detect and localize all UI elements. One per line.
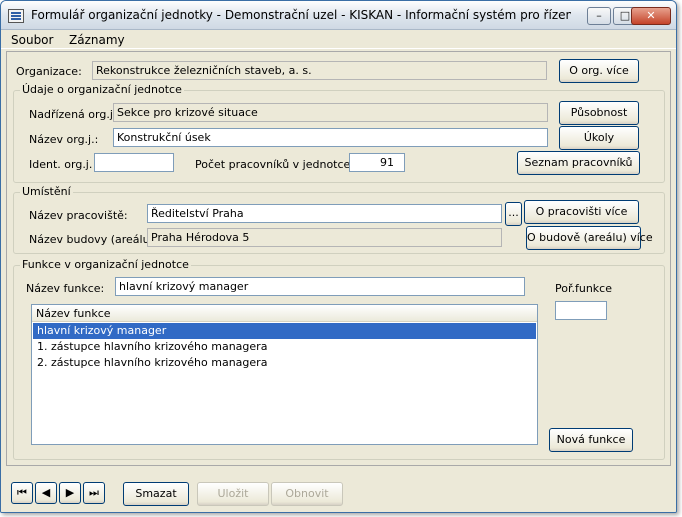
unit-ident-input[interactable] — [94, 153, 174, 172]
parent-unit-field: Sekce pro krizové situace — [113, 103, 548, 122]
staff-list-button[interactable]: Seznam pracovníků — [517, 151, 640, 175]
next-record-button[interactable]: ▶ — [59, 482, 81, 504]
unit-name-input[interactable]: Konstrukční úsek — [113, 128, 548, 147]
location-group: Umístění Název pracoviště: Ředitelství P… — [13, 185, 665, 254]
workplace-more-button[interactable]: O pracovišti více — [524, 200, 639, 224]
tasks-button[interactable]: Úkoly — [559, 126, 639, 150]
title-bar[interactable]: Formulář organizační jednotky - Demonstr… — [1, 1, 676, 30]
location-legend: Umístění — [20, 185, 73, 198]
form-panel: Organizace: Rekonstrukce železničních st… — [6, 51, 671, 466]
application-window: Formulář organizační jednotky - Demonstr… — [0, 0, 677, 513]
last-record-button[interactable]: ⏭ — [83, 482, 105, 504]
building-field: Praha Hérodova 5 — [147, 228, 502, 247]
previous-record-button[interactable]: ◀ — [35, 482, 57, 504]
unit-name-label: Název org.j.: — [29, 133, 99, 146]
function-order-label: Poř.funkce — [555, 282, 612, 295]
list-item[interactable]: 1. zástupce hlavního krizového managera — [33, 339, 536, 355]
unit-ident-label: Ident. org.j. — [29, 158, 93, 171]
scope-button[interactable]: Působnost — [559, 101, 639, 125]
workplace-browse-button[interactable]: ... — [505, 202, 522, 226]
workplace-input[interactable]: Ředitelství Praha — [147, 204, 502, 223]
menu-zaznamy[interactable]: Záznamy — [69, 33, 125, 47]
function-name-label: Název funkce: — [26, 282, 105, 295]
organization-label: Organizace: — [16, 65, 82, 78]
org-more-button[interactable]: O org. více — [559, 59, 639, 83]
first-record-button[interactable]: ⏮ — [11, 482, 33, 504]
unit-details-group: Údaje o organizační jednotce Nadřízená o… — [13, 83, 665, 183]
menu-soubor[interactable]: Soubor — [11, 33, 53, 47]
list-item[interactable]: hlavní krizový manager — [33, 323, 536, 339]
menu-bar: Soubor Záznamy — [1, 30, 676, 49]
window-title: Formulář organizační jednotky - Demonstr… — [31, 8, 571, 22]
minimize-button[interactable]: – — [587, 7, 611, 25]
organization-field: Rekonstrukce železničních staveb, a. s. — [92, 61, 547, 80]
functions-legend: Funkce v organizační jednotce — [20, 258, 191, 271]
form-app-icon — [8, 9, 24, 23]
save-button[interactable]: Uložit — [197, 482, 269, 506]
staff-count-label: Počet pracovníků v jednotce: — [195, 158, 355, 171]
function-name-column-header[interactable]: Název funkce — [32, 305, 537, 322]
function-order-input[interactable] — [555, 301, 607, 320]
functions-group: Funkce v organizační jednotce Název funk… — [13, 258, 665, 460]
staff-count-input[interactable]: 91 — [349, 153, 405, 172]
workplace-label: Název pracoviště: — [29, 209, 128, 222]
unit-details-legend: Údaje o organizační jednotce — [20, 83, 184, 96]
close-button[interactable]: ✕ — [631, 7, 671, 25]
function-name-input[interactable]: hlavní krizový manager — [115, 277, 525, 296]
list-item[interactable]: 2. zástupce hlavního krizového managera — [33, 355, 536, 371]
delete-button[interactable]: Smazat — [123, 482, 189, 506]
functions-list[interactable]: Název funkce hlavní krizový manager 1. z… — [31, 304, 538, 445]
parent-unit-label: Nadřízená org.j. — [29, 108, 117, 121]
restore-button[interactable]: Obnovit — [271, 482, 343, 506]
new-function-button[interactable]: Nová funkce — [549, 428, 633, 452]
record-toolbar: ⏮ ◀ ▶ ⏭ Smazat Uložit Obnovit — [1, 472, 676, 512]
building-label: Název budovy (areálu): — [29, 233, 158, 246]
building-more-button[interactable]: O budově (areálu) více — [526, 226, 653, 250]
